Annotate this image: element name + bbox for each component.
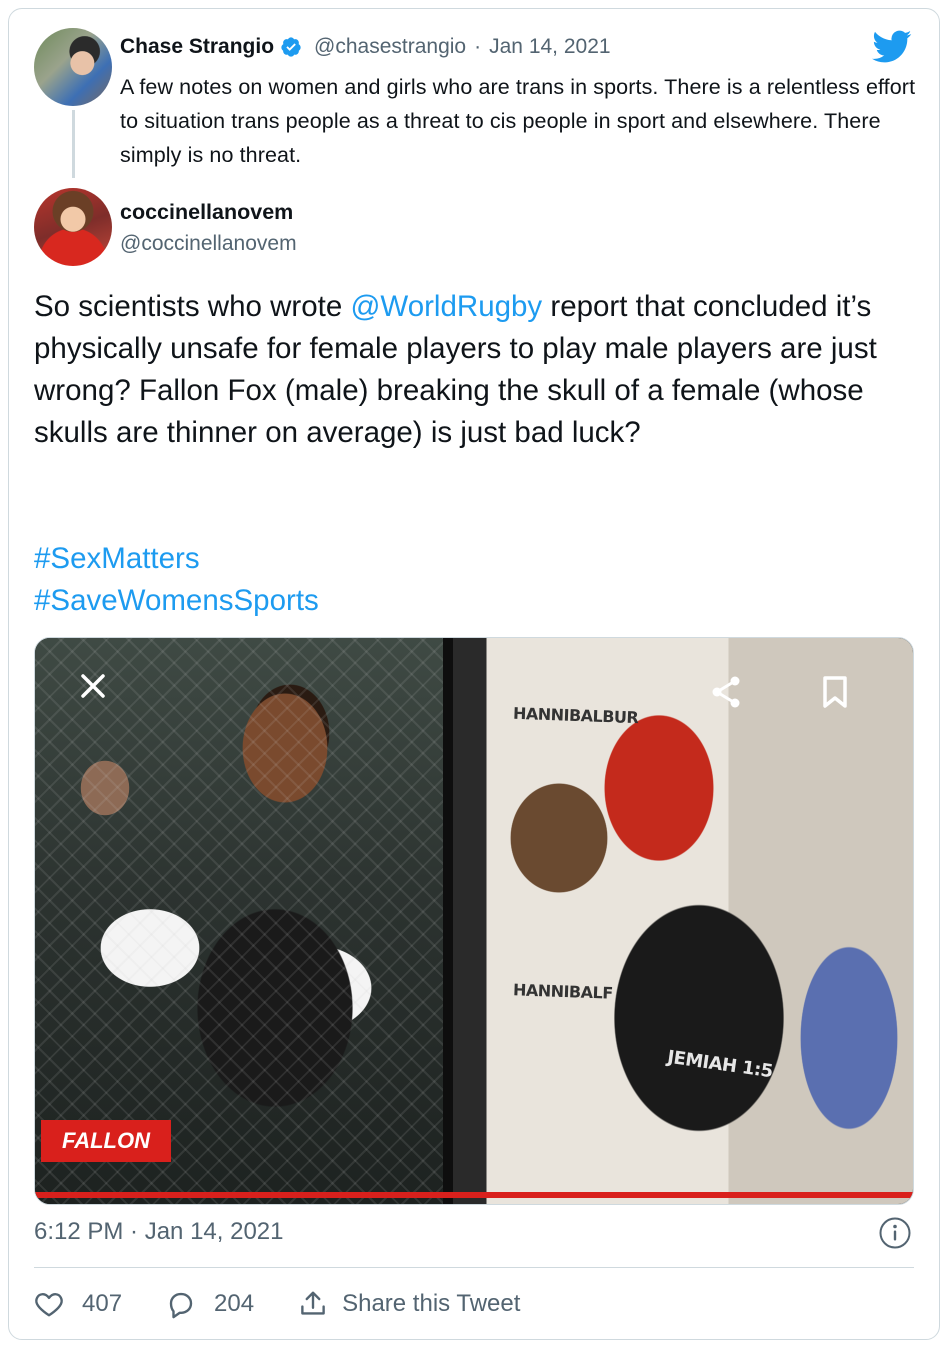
hashtag-link-savewomenssports[interactable]: #SaveWomensSports	[34, 580, 319, 622]
verified-badge-icon	[281, 37, 301, 57]
like-button[interactable]: 407	[34, 1289, 122, 1319]
share-icon[interactable]	[707, 672, 747, 712]
reply-button[interactable]: 204	[166, 1289, 254, 1319]
heart-icon	[35, 1293, 63, 1317]
hashtag-link-sexmatters[interactable]: #SexMatters	[34, 538, 319, 580]
parent-author-name[interactable]: Chase Strangio	[120, 35, 274, 59]
reply-count: 204	[214, 1290, 255, 1317]
share-tweet-button[interactable]: Share this Tweet	[298, 1289, 520, 1319]
hashtag-list: #SexMatters #SaveWomensSports	[34, 538, 319, 622]
parent-author-handle[interactable]: @chasestrangio	[314, 35, 466, 59]
tweet-media-image[interactable]: HANNIBALBUR HANNIBALF JEMIAH 1:5 FALLON	[34, 637, 914, 1205]
parent-tweet-text: A few notes on women and girls who are t…	[120, 75, 916, 167]
bookmark-icon[interactable]	[815, 672, 855, 712]
tweet-timestamp[interactable]: 6:12 PM · Jan 14, 2021	[34, 1218, 284, 1246]
photo-divider	[443, 638, 453, 1204]
footer-divider	[34, 1267, 914, 1268]
banner-text-bottom: HANNIBALF	[512, 980, 614, 1003]
thread-connector-line	[72, 110, 75, 178]
main-tweet-text: So scientists who wrote @WorldRugby repo…	[34, 286, 914, 454]
parent-tweet-header: Chase Strangio @chasestrangio · Jan 14, …	[120, 32, 611, 62]
twitter-bird-icon[interactable]	[872, 30, 912, 64]
main-author-handle[interactable]: @coccinellanovem	[120, 232, 297, 256]
parent-author-avatar[interactable]	[34, 28, 112, 106]
mention-link-worldrugby[interactable]: @WorldRugby	[350, 290, 542, 323]
red-lower-bar	[35, 1192, 913, 1198]
upload-icon	[301, 1291, 325, 1315]
close-icon[interactable]	[73, 666, 113, 706]
info-icon[interactable]	[878, 1216, 912, 1250]
separator-dot: ·	[474, 35, 482, 58]
main-author-avatar[interactable]	[34, 188, 112, 266]
share-tweet-label: Share this Tweet	[342, 1290, 521, 1317]
name-tag-fallon: FALLON	[41, 1120, 171, 1162]
tweet-text-part: So scientists who wrote	[34, 290, 351, 323]
like-count: 407	[82, 1290, 123, 1317]
main-author-name[interactable]: coccinellanovem	[120, 200, 293, 225]
reply-icon	[169, 1292, 193, 1319]
tweet-actions-bar: 407 204 Share this Tweet	[34, 1284, 520, 1324]
parent-tweet-date[interactable]: Jan 14, 2021	[489, 35, 610, 59]
